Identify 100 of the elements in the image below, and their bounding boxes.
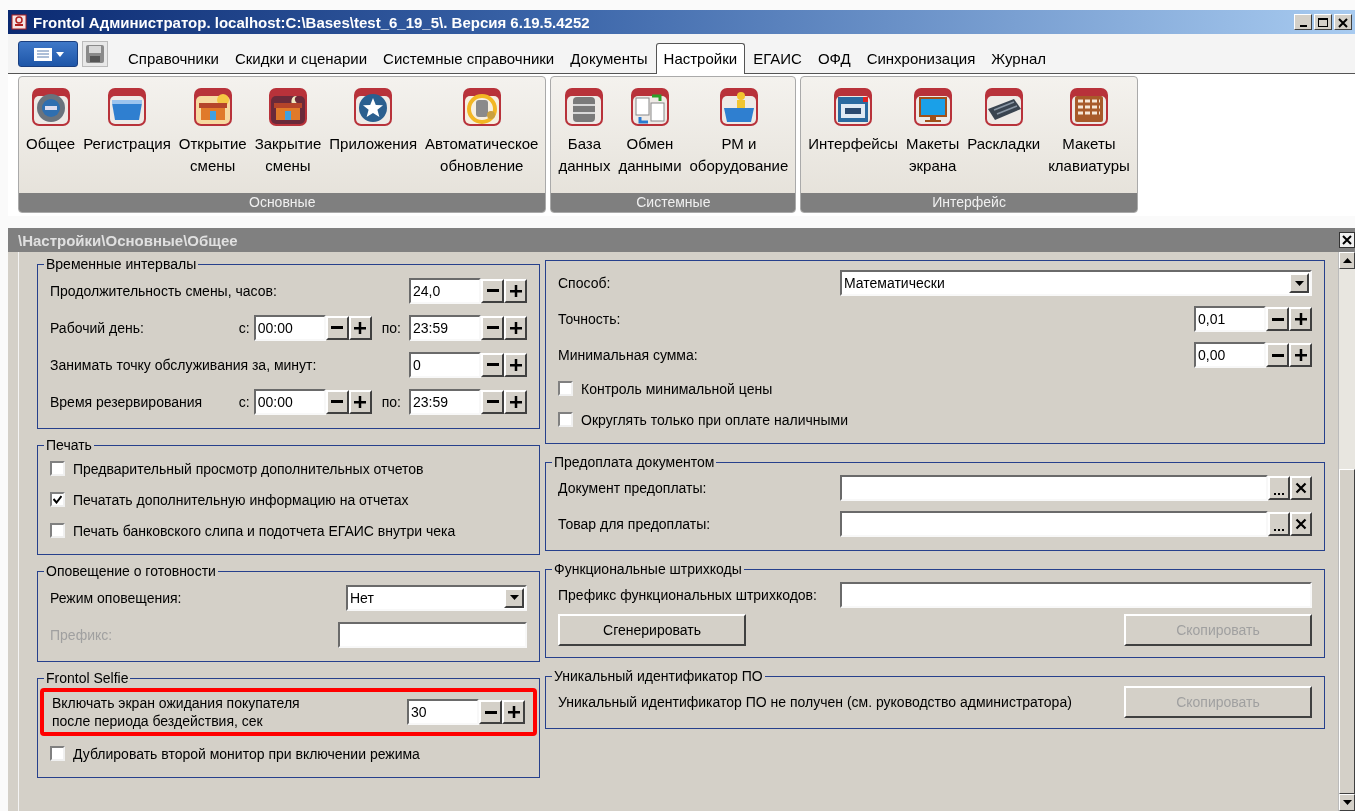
clear-button[interactable]: [1290, 512, 1312, 536]
field-label: по:: [381, 318, 401, 337]
scrollbar[interactable]: [1338, 252, 1355, 811]
ribbon-button[interactable]: Общее: [23, 87, 79, 193]
menu-tab[interactable]: Настройки: [655, 43, 746, 74]
increment-button[interactable]: [504, 278, 527, 303]
number-field[interactable]: 0,00: [1194, 342, 1266, 368]
dropdown-arrow-icon: [1294, 280, 1304, 286]
number-field[interactable]: 23:59: [409, 314, 481, 341]
menu-tab[interactable]: Справочники: [120, 43, 227, 74]
increment-button[interactable]: [504, 389, 527, 414]
ribbon-group-title: Системные: [551, 193, 796, 212]
number-field[interactable]: 23:59: [409, 388, 481, 415]
number-field[interactable]: 0: [409, 351, 481, 378]
checkbox[interactable]: [50, 492, 65, 507]
ribbon-button[interactable]: Раскладки: [964, 87, 1044, 193]
increment-button[interactable]: [1289, 307, 1312, 331]
group-title: Печать: [45, 437, 93, 453]
plus-icon: [508, 320, 523, 335]
checkbox[interactable]: [558, 412, 573, 427]
plus-icon: [353, 320, 368, 335]
save-button[interactable]: [82, 41, 108, 67]
number-field[interactable]: 24,0: [409, 277, 481, 304]
keypad-icon: [1069, 87, 1109, 127]
increment-button[interactable]: [1289, 343, 1312, 367]
decrement-button[interactable]: [481, 389, 504, 414]
field-label: Точность:: [558, 310, 622, 328]
ribbon-button[interactable]: Макеты экрана: [903, 87, 963, 193]
checkbox[interactable]: [50, 746, 65, 761]
decrement-button[interactable]: [1266, 343, 1289, 367]
checkbox-label: Округлять только при оплате наличными: [581, 410, 848, 429]
number-field[interactable]: 0,01: [1194, 306, 1266, 332]
browse-button[interactable]: [1268, 512, 1290, 536]
push-button[interactable]: Сгенерировать: [558, 614, 746, 646]
number-field[interactable]: 30: [407, 699, 479, 725]
increment-button[interactable]: [348, 315, 372, 340]
ribbon-button[interactable]: База данных: [555, 87, 614, 193]
dropdown-arrow-icon: [509, 595, 519, 600]
field-label: Рабочий день:: [50, 318, 145, 337]
app-icon: [11, 14, 27, 30]
document-exchange-icon: [629, 87, 670, 127]
decrement-button[interactable]: [325, 315, 349, 340]
dropdown[interactable]: Математически: [840, 270, 1312, 296]
increment-button[interactable]: [502, 700, 525, 724]
menu-tab[interactable]: Системные справочники: [375, 43, 563, 74]
ribbon-button[interactable]: Макеты клавиатуры: [1045, 87, 1133, 193]
ribbon-button[interactable]: Регистрация: [80, 87, 174, 193]
decrement-button[interactable]: [1266, 307, 1289, 331]
input-field[interactable]: [840, 511, 1268, 537]
ribbon-button[interactable]: РМ и оборудование: [686, 87, 792, 193]
ribbon-button[interactable]: Обмен данными: [615, 87, 685, 193]
checkbox-label: Предварительный просмотр дополнительных отчетов: [73, 459, 424, 478]
field-label: Включать экран ожидания покупателя после периода бездействия, сек: [52, 694, 301, 730]
close-button[interactable]: [1339, 232, 1355, 248]
field-label: Префикс функциональных штрихкодов:: [558, 586, 818, 604]
menu-tab[interactable]: Синхронизация: [858, 43, 984, 74]
checkbox-label: Контроль минимальной цены: [581, 379, 773, 398]
browse-button[interactable]: [1268, 476, 1290, 500]
increment-button[interactable]: [348, 389, 372, 414]
dropdown[interactable]: Нет: [346, 584, 527, 611]
menu-tab[interactable]: ОФД: [809, 43, 859, 74]
increment-button[interactable]: [504, 315, 527, 340]
scroll-down-button[interactable]: [1339, 794, 1355, 811]
app-menu-button[interactable]: [18, 41, 78, 67]
clear-button[interactable]: [1290, 476, 1312, 500]
checkbox[interactable]: [50, 461, 65, 476]
checkbox[interactable]: [558, 381, 573, 396]
decrement-button[interactable]: [481, 278, 504, 303]
minus-icon: [486, 326, 499, 329]
checkbox[interactable]: [50, 523, 65, 538]
decrement-button[interactable]: [481, 315, 504, 340]
group-title: Временные интервалы: [45, 256, 198, 272]
clear-icon: [1295, 482, 1307, 494]
decrement-button[interactable]: [325, 389, 349, 414]
decrement-button[interactable]: [481, 352, 504, 377]
ribbon-button[interactable]: Закрытие смены: [251, 87, 325, 193]
input-field[interactable]: [840, 475, 1268, 501]
minimize-button[interactable]: [1294, 14, 1312, 30]
keyboard-icon: [983, 87, 1024, 127]
ribbon-button[interactable]: Интерфейсы: [805, 87, 902, 193]
menu-tab[interactable]: ЕГАИС: [745, 43, 810, 74]
scroll-up-button[interactable]: [1339, 252, 1355, 269]
number-field[interactable]: 00:00: [253, 314, 326, 341]
scroll-thumb[interactable]: [1339, 469, 1355, 794]
menu-tab[interactable]: Документы: [562, 43, 656, 74]
number-field[interactable]: 00:00: [253, 388, 326, 415]
maximize-button[interactable]: [1314, 14, 1332, 30]
field-label: Время резервирования: [50, 392, 204, 411]
plus-icon: [506, 705, 521, 719]
decrement-button[interactable]: [479, 700, 502, 724]
input-field[interactable]: [840, 582, 1312, 608]
ribbon-button[interactable]: Открытие смены: [175, 87, 250, 193]
counter-icon: [106, 87, 147, 127]
increment-button[interactable]: [504, 352, 527, 377]
field-label: Товар для предоплаты:: [558, 515, 712, 533]
ribbon-button[interactable]: Приложения: [326, 87, 421, 193]
menu-tab[interactable]: Журнал: [983, 43, 1054, 74]
menu-tab[interactable]: Скидки и сценарии: [226, 43, 376, 74]
minus-icon: [486, 400, 499, 403]
ribbon-button[interactable]: Автоматическое обновление: [422, 87, 542, 193]
